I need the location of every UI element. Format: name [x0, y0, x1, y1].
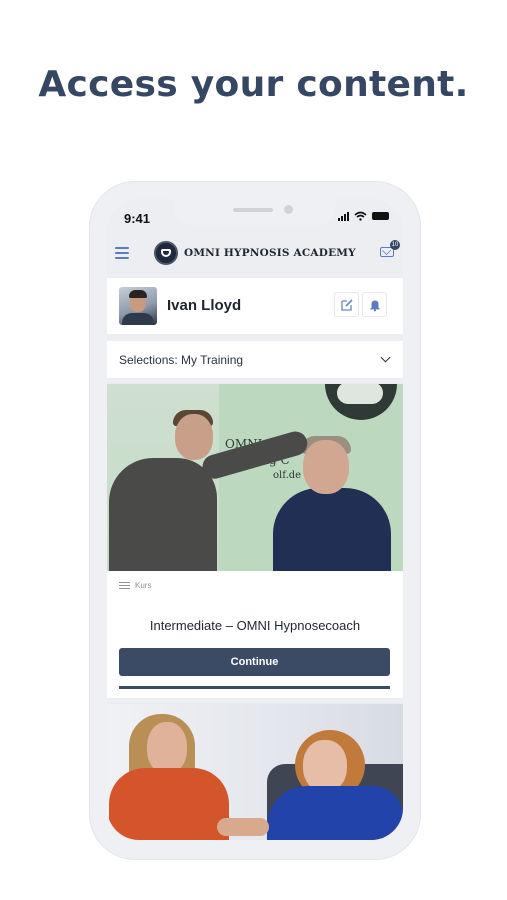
- status-icons: [338, 211, 389, 221]
- course-type: Kurs: [119, 580, 151, 591]
- list-icon: [119, 580, 130, 591]
- app-bar: OMNI HYPNOSIS ACADEMY 10: [107, 235, 403, 275]
- course-card-2[interactable]: [107, 704, 403, 840]
- signal-icon: [338, 211, 349, 221]
- bell-icon: [370, 300, 380, 312]
- course-image: OMNI Hypno Training C olf.de: [107, 384, 403, 571]
- chevron-down-icon: [380, 352, 391, 363]
- avatar: [119, 287, 157, 325]
- selections-dropdown[interactable]: Selections: My Training: [107, 341, 403, 378]
- course-image-2: [107, 704, 403, 840]
- course-type-label: Kurs: [135, 581, 152, 590]
- edit-icon: [341, 299, 353, 311]
- front-camera: [284, 205, 293, 214]
- speaker: [233, 208, 273, 212]
- phone-frame: 9:41 OMNI HYPNOSIS ACADEMY 10 Ivan Lloyd…: [89, 181, 421, 860]
- profile-name: Ivan Lloyd: [167, 297, 242, 314]
- brand-logo: OMNI HYPNOSIS ACADEMY: [154, 241, 356, 265]
- course-title: Intermediate – OMNI Hypnosecoach: [149, 618, 361, 633]
- selections-label: Selections: My Training: [119, 353, 244, 367]
- course-progress-fill: [119, 686, 390, 689]
- headline: Access your content.: [38, 64, 469, 105]
- status-time: 9:41: [124, 211, 151, 226]
- continue-button[interactable]: Continue: [119, 648, 390, 676]
- battery-icon: [372, 212, 389, 220]
- phone-screen: 9:41 OMNI HYPNOSIS ACADEMY 10 Ivan Lloyd…: [107, 199, 403, 840]
- hamburger-menu-icon[interactable]: [115, 247, 129, 262]
- course-card[interactable]: OMNI Hypno Training C olf.de Kurs Interm…: [107, 384, 403, 698]
- phone-notch: [174, 199, 336, 225]
- course-progress-bar: [119, 686, 390, 689]
- envelope-icon[interactable]: 10: [380, 240, 400, 257]
- mail-badge: 10: [390, 240, 400, 250]
- brand-name: OMNI HYPNOSIS ACADEMY: [184, 247, 356, 259]
- notifications-button[interactable]: [362, 292, 387, 317]
- edit-button[interactable]: [334, 292, 359, 317]
- profile-card: Ivan Lloyd: [107, 278, 403, 334]
- brand-badge-icon: [154, 241, 178, 265]
- wifi-icon: [354, 211, 367, 221]
